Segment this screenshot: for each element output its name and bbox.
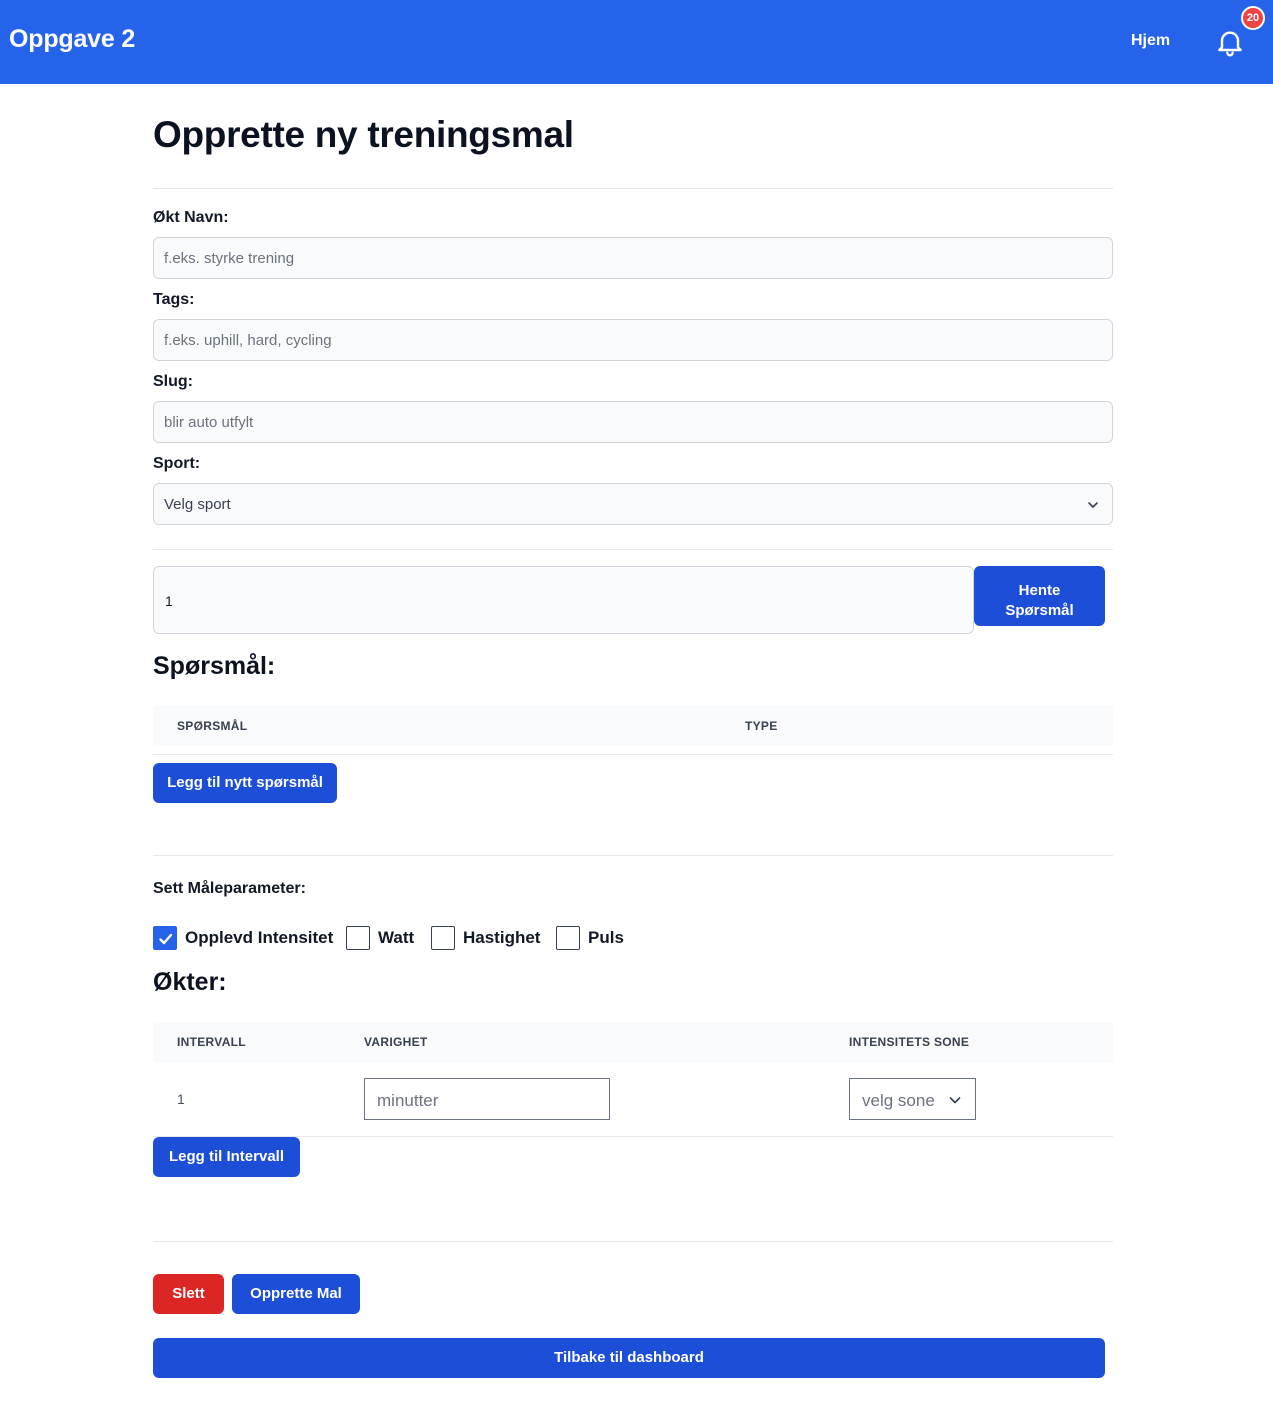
checkbox-watt[interactable] (346, 926, 370, 950)
intensity-zone-value: velg sone (862, 1091, 935, 1110)
brand-title[interactable]: Oppgave 2 (9, 25, 135, 54)
divider (153, 188, 1113, 189)
session-name-input[interactable] (153, 237, 1113, 279)
checkbox-label-pulse: Puls (588, 928, 624, 947)
add-interval-button[interactable]: Legg til Intervall (153, 1137, 300, 1177)
delete-button[interactable]: Slett (153, 1274, 224, 1314)
questions-title: Spørsmål: (153, 652, 276, 680)
parameters-label: Sett Måleparameter: (153, 880, 306, 897)
chevron-down-icon (949, 1097, 961, 1104)
back-to-dashboard-button[interactable]: Tilbake til dashboard (153, 1338, 1105, 1378)
divider (153, 1241, 1113, 1242)
tags-label: Tags: (153, 291, 195, 308)
check-icon (159, 933, 173, 945)
checkbox-speed[interactable] (431, 926, 455, 950)
slug-label: Slug: (153, 373, 193, 390)
column-header-duration: Varighet (364, 1035, 428, 1049)
checkbox-label-perceived-intensity: Opplevd Intensitet (185, 928, 334, 947)
checkbox-label-watt: Watt (378, 928, 415, 947)
fetch-questions-button[interactable]: Hente Spørsmål (974, 566, 1105, 626)
page-title: Opprette ny treningsmal (153, 114, 574, 155)
session-name-label: Økt Navn: (153, 209, 229, 226)
question-set-id-value: 1 (165, 593, 173, 609)
intensity-zone-select[interactable]: velg sone (849, 1078, 976, 1120)
column-header-type: Type (745, 719, 778, 733)
interval-number: 1 (177, 1091, 185, 1107)
divider (153, 549, 1113, 550)
duration-input[interactable]: minutter (364, 1078, 610, 1120)
questions-table-header: Spørsmål Type (153, 706, 1113, 746)
sport-label: Sport: (153, 455, 201, 472)
checkbox-pulse[interactable] (556, 926, 580, 950)
checkbox-label-speed: Hastighet (463, 928, 541, 947)
nav-home-link[interactable]: Hjem (1131, 32, 1170, 50)
create-template-button[interactable]: Opprette Mal (232, 1274, 360, 1314)
slug-input[interactable] (153, 401, 1113, 443)
column-header-interval: Intervall (177, 1035, 246, 1049)
divider (153, 855, 1113, 856)
bell-icon[interactable] (1214, 26, 1246, 58)
top-navbar: Oppgave 2 Hjem 20 (0, 0, 1273, 84)
column-header-intensity-zone: Intensitets sone (849, 1035, 970, 1049)
duration-placeholder: minutter (377, 1091, 439, 1110)
tags-input[interactable] (153, 319, 1113, 361)
question-set-id-input[interactable]: 1 (153, 566, 974, 634)
column-header-question: Spørsmål (177, 719, 248, 733)
sport-select[interactable]: Velg sport (153, 483, 1113, 525)
table-divider (153, 754, 1113, 755)
chevron-down-icon (1088, 502, 1098, 508)
sessions-table-header: Intervall Varighet Intensitets sone (153, 1022, 1113, 1062)
sessions-title: Økter: (153, 968, 227, 996)
sport-select-value: Velg sport (164, 496, 231, 513)
checkbox-perceived-intensity[interactable] (153, 926, 177, 950)
add-question-button[interactable]: Legg til nytt spørsmål (153, 763, 337, 803)
notification-count-badge: 20 (1241, 6, 1265, 30)
